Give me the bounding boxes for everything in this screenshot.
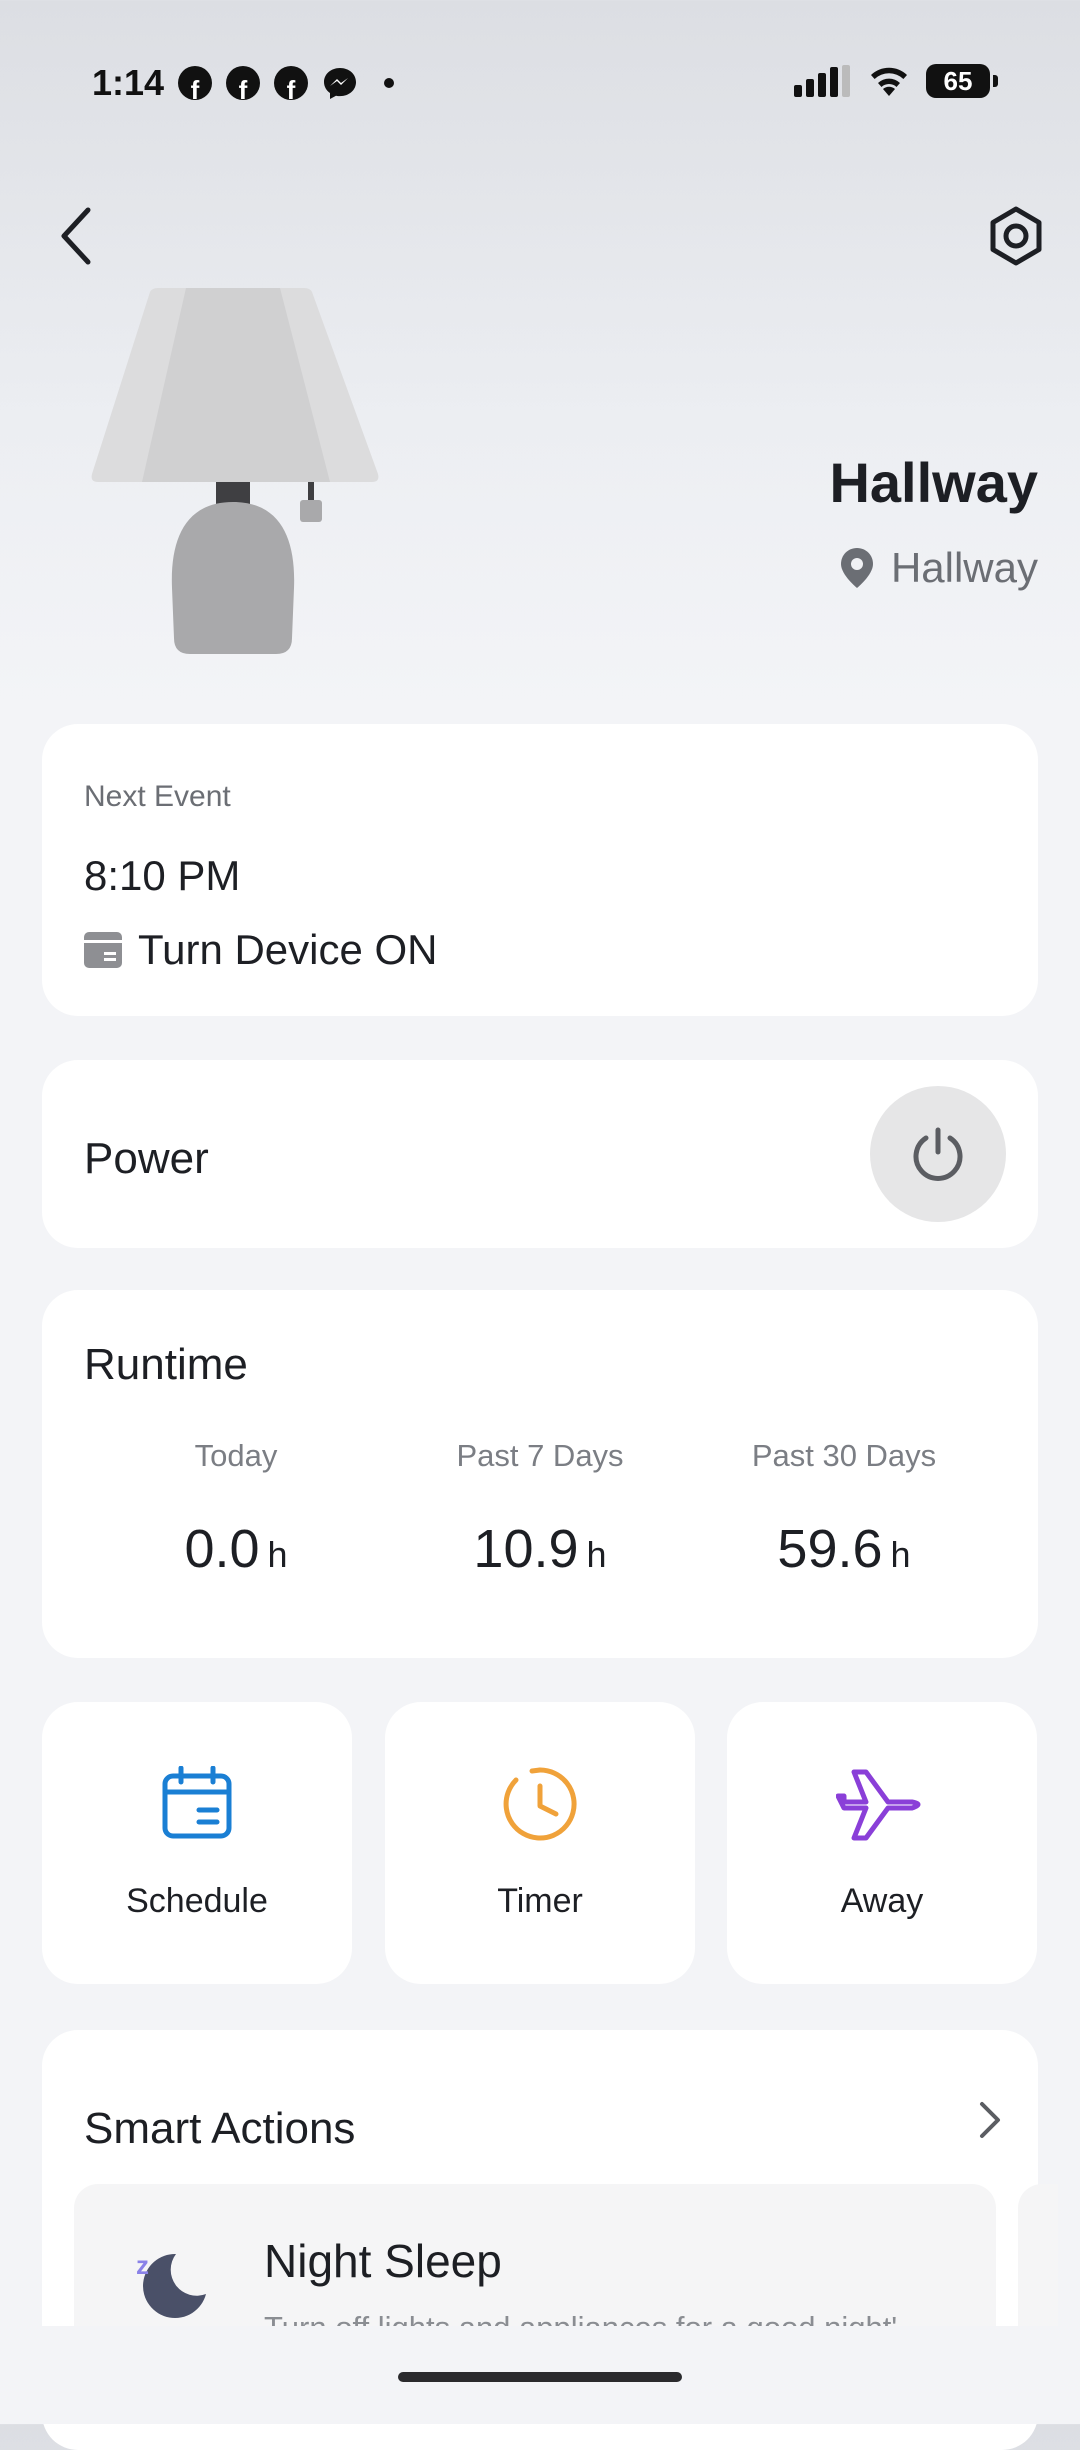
next-event-time: 8:10 PM [84, 852, 241, 899]
runtime-today: Today 0.0 h [96, 1438, 376, 1580]
system-status: 65 [794, 64, 998, 98]
clock-icon [503, 1767, 577, 1841]
moon-icon: z [136, 2250, 206, 2318]
power-card: Power [42, 1060, 1038, 1248]
runtime-stat-value: 10.9 [473, 1519, 579, 1579]
timer-label: Timer [497, 1882, 583, 1920]
runtime-stat-label: Past 30 Days [751, 1438, 937, 1473]
chevron-right-icon [980, 2102, 1000, 2138]
gear-icon [990, 206, 1042, 266]
calendar-icon [162, 1766, 232, 1839]
runtime-title: Runtime [84, 1340, 248, 1389]
facebook-icon: f [274, 66, 308, 100]
more-notifications-dot [384, 78, 394, 88]
runtime-stat-label: Past 7 Days [456, 1438, 624, 1473]
runtime-stat-unit: h [586, 1534, 607, 1575]
schedule-button[interactable]: Schedule [42, 1702, 352, 1984]
runtime-past-30-days: Past 30 Days 59.6 h [704, 1438, 984, 1580]
device-location-label: Hallway [890, 544, 1038, 591]
next-event-action-label: Turn Device ON [138, 926, 438, 973]
next-event-label: Next Event [84, 780, 231, 813]
airplane-icon [836, 1769, 921, 1841]
device-location: Hallway [840, 544, 1038, 592]
runtime-card: Runtime Today 0.0 h Past 7 Days 10.9 h Pas… [42, 1290, 1038, 1658]
svg-text:z: z [136, 2250, 149, 2280]
chevron-left-icon [61, 207, 91, 265]
facebook-icon: f [226, 66, 260, 100]
runtime-stat-value: 0.0 [184, 1519, 260, 1579]
lamp-illustration [91, 288, 379, 654]
runtime-past-7-days: Past 7 Days 10.9 h [400, 1438, 680, 1580]
timer-button[interactable]: Timer [385, 1702, 695, 1984]
notification-icons: f f f [178, 66, 394, 100]
away-button[interactable]: Away [727, 1702, 1037, 1984]
back-button[interactable] [56, 206, 96, 269]
power-toggle-button[interactable] [870, 1086, 1006, 1222]
runtime-stat-value: 59.6 [777, 1519, 883, 1579]
runtime-stat-unit: h [890, 1534, 911, 1575]
messenger-icon [324, 68, 356, 99]
smart-actions-title: Smart Actions [84, 2104, 356, 2153]
battery-indicator: 65 [926, 64, 998, 98]
smart-actions-more-button[interactable] [978, 2100, 1002, 2145]
settings-button[interactable] [984, 204, 1048, 271]
runtime-stat-unit: h [267, 1534, 288, 1575]
home-indicator[interactable] [398, 2372, 682, 2382]
power-label: Power [84, 1134, 209, 1183]
facebook-icon: f [178, 66, 212, 100]
wifi-icon [871, 67, 907, 96]
next-event-action: Turn Device ON [84, 926, 438, 974]
power-icon [913, 1127, 963, 1181]
signal-icon [794, 65, 850, 97]
status-time: 1:14 [92, 62, 165, 103]
runtime-stat-label: Today [194, 1438, 278, 1473]
next-event-card[interactable]: Next Event 8:10 PM Turn Device ON [42, 724, 1038, 1016]
location-pin-icon [840, 548, 873, 588]
away-label: Away [840, 1882, 924, 1920]
smart-action-name: Night Sleep [264, 2235, 502, 2287]
calendar-icon [84, 932, 122, 968]
schedule-label: Schedule [126, 1882, 268, 1920]
device-name: Hallway [829, 451, 1038, 514]
